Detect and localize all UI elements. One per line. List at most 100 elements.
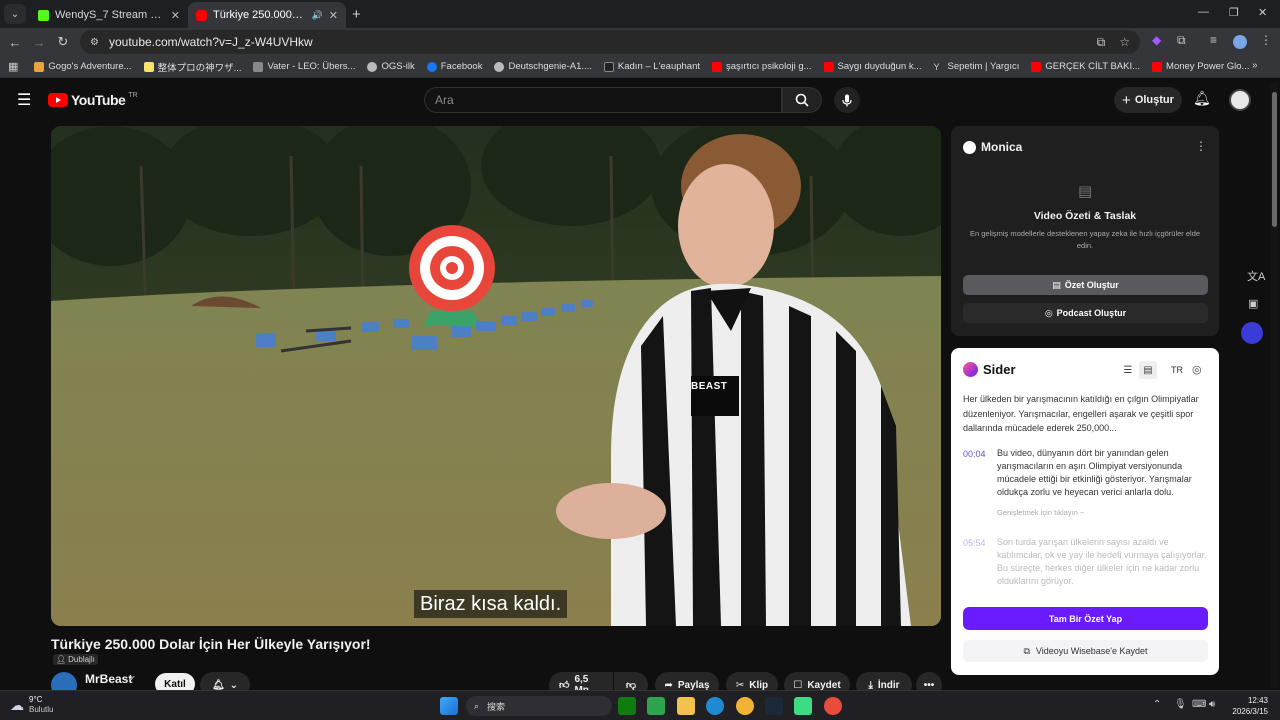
youtube-header: ☰ YouTube TR Ara + Oluştur 🔔︎ [0, 80, 1268, 120]
settings-icon[interactable]: ◎ [1192, 363, 1202, 376]
close-window-icon[interactable]: ✕ [1258, 6, 1267, 19]
extensions-icon[interactable]: ⧉ [1177, 33, 1186, 48]
video-player[interactable]: BEAST [51, 126, 941, 626]
bookmark-item[interactable]: OGS-ilk [361, 61, 420, 72]
search-button[interactable] [782, 87, 822, 113]
bookmark-item[interactable]: Y Sepetim | Yargıcı [928, 61, 1026, 72]
cast-icon[interactable]: ⧉ [1097, 35, 1106, 50]
steam-icon[interactable] [765, 697, 783, 715]
bookmark-star-icon[interactable]: ☆ [1119, 35, 1130, 49]
reload-icon[interactable]: ↻ [51, 34, 75, 50]
page-scrollbar-thumb[interactable] [1272, 92, 1277, 227]
taskbar-search[interactable]: ⌕ 搜索 [466, 696, 612, 716]
bookmark-item[interactable]: Kadın – L'eauphant [598, 61, 706, 72]
sider-header: Sider [963, 362, 1016, 377]
profile-avatar[interactable] [1233, 35, 1247, 49]
xbox-icon[interactable] [618, 697, 636, 715]
new-tab-button[interactable]: + [346, 6, 369, 28]
file-explorer-icon[interactable] [677, 697, 695, 715]
podcast-icon: ◎ [1044, 307, 1053, 318]
verified-icon: ✔ [129, 674, 136, 683]
close-tab-icon[interactable]: ✕ [171, 9, 180, 22]
monica-logo-icon [963, 140, 976, 154]
account-avatar[interactable] [1229, 89, 1251, 111]
channel-name[interactable]: MrBeast [85, 672, 132, 686]
voice-search-button[interactable] [834, 87, 860, 113]
youtube-play-logo-icon [48, 93, 68, 107]
edge-icon[interactable] [706, 697, 724, 715]
tab-search-button[interactable]: ⌄ [4, 4, 26, 24]
close-tab-icon[interactable]: ✕ [329, 9, 338, 22]
segment-text: Son turda yarışan ülkelerin sayısı azald… [997, 537, 1207, 586]
speaker-icon[interactable]: 🔊 [312, 10, 323, 21]
clip-label: Klip [749, 679, 769, 691]
bookmark-item[interactable]: Facebook [421, 61, 489, 72]
tab-wendy-stream[interactable]: WendyS_7 Stream - Watch Li ✕ [30, 2, 188, 28]
apps-icon[interactable]: ▣ [1248, 297, 1258, 310]
weather-widget[interactable]: ☁ 9°C Bulutlu [10, 695, 53, 715]
monica-extension-icon[interactable]: ◆ [1152, 33, 1161, 47]
apps-grid-icon[interactable]: ▦ [8, 60, 28, 73]
bookmark-item[interactable]: Gogo's Adventure... [28, 61, 137, 72]
tab-label: Türkiye 250.000 Dolar İçin [213, 9, 306, 21]
minimize-icon[interactable]: — [1198, 6, 1209, 18]
person-icon: 👤︎ [56, 655, 67, 664]
bookmark-item[interactable]: Saygı duyduğun k... [818, 61, 928, 72]
timestamp-link[interactable]: 05:54 [963, 538, 986, 548]
timestamp-link[interactable]: 00:04 [963, 449, 986, 459]
url-bar[interactable]: ⚙ youtube.com/watch?v=J_z-W4UVHkw ⧉ ☆ [80, 30, 1140, 54]
youtube-wordmark: YouTube [71, 92, 126, 108]
restore-icon[interactable]: ❐ [1229, 6, 1239, 19]
generate-summary-button[interactable]: ▤ Özet Oluştur [963, 275, 1208, 295]
create-button[interactable]: + Oluştur [1114, 87, 1182, 113]
site-info-icon[interactable]: ⚙ [90, 37, 99, 48]
save-to-wisebase-button[interactable]: ⧉ Videoyu Wisebase'e Kaydet [963, 640, 1208, 662]
reading-list-icon[interactable]: ≡ [1210, 33, 1217, 47]
hamburger-menu-icon[interactable]: ☰ [17, 90, 31, 110]
bookmark-label: OGS-ilk [381, 61, 415, 72]
bookmark-item[interactable]: Money Power Glo... [1146, 61, 1255, 72]
microphone-tray-icon[interactable]: 🎙︎ [1174, 699, 1187, 710]
browser-menu-icon[interactable]: ⋮ [1260, 33, 1272, 47]
generate-podcast-button[interactable]: ◎ Podcast Oluştur [963, 303, 1208, 323]
search-icon: ⌕ [474, 700, 480, 711]
list-view-icon[interactable]: ☰ [1119, 361, 1137, 379]
bookmark-favicon-icon [34, 61, 45, 72]
full-summary-button[interactable]: Tam Bir Özet Yap [963, 607, 1208, 630]
taskbar-app-icon[interactable] [794, 697, 812, 715]
language-selector[interactable]: TR [1171, 365, 1183, 375]
bookmark-label: Sepetim | Yargıcı [947, 61, 1020, 72]
youtube-logo[interactable]: YouTube TR [48, 92, 138, 108]
more-vertical-icon[interactable]: ⋮ [1195, 139, 1207, 153]
chrome-icon[interactable] [736, 697, 754, 715]
network-icon[interactable]: ⌨ [1192, 699, 1206, 710]
forward-icon[interactable]: → [27, 35, 51, 50]
bookmark-item[interactable]: GERÇEK CİLT BAKI... [1025, 61, 1146, 72]
bookmarks-overflow-icon[interactable]: » [1252, 60, 1258, 71]
sider-panel: Sider ☰ ▤ TR ◎ Her ülkeden bir yarışmacı… [951, 348, 1219, 675]
bookmark-item[interactable]: Deutschgenie-A1.... [488, 61, 597, 72]
notifications-bell-icon[interactable]: 🔔︎ [1193, 90, 1211, 107]
tray-overflow-icon[interactable]: ⌃ [1153, 699, 1161, 710]
taskbar-app-icon[interactable] [647, 697, 665, 715]
bookmark-item[interactable]: şaşırtıcı psikoloji g... [706, 61, 818, 72]
chrome-active-icon[interactable] [824, 697, 842, 715]
bookmark-label: şaşırtıcı psikoloji g... [726, 61, 812, 72]
card-view-icon[interactable]: ▤ [1139, 361, 1157, 379]
clock[interactable]: 12:43 2026/3/15 [1228, 695, 1268, 717]
tab-youtube-video[interactable]: Türkiye 250.000 Dolar İçin 🔊 ✕ [188, 2, 346, 28]
search-input[interactable]: Ara [424, 87, 782, 113]
bookmark-item[interactable]: 整体プロの神ワザ... [138, 60, 248, 74]
monica-float-button[interactable] [1241, 322, 1263, 344]
scissors-icon: ✂ [735, 679, 745, 691]
expand-link[interactable]: Genişletmek için tıklayın ~ [997, 508, 1084, 517]
windows-start-icon[interactable] [440, 697, 458, 715]
bookmark-label: Facebook [440, 61, 483, 72]
volume-icon[interactable]: 🔊︎ [1209, 699, 1215, 710]
bookmark-item[interactable]: Vater - LEO: Übers... [247, 61, 361, 72]
chevron-down-icon: ⌄ [229, 679, 239, 691]
back-icon[interactable]: ← [3, 35, 27, 50]
globe-icon [367, 61, 378, 72]
youtube-icon [1152, 61, 1163, 72]
translate-icon[interactable]: 文A [1247, 268, 1265, 284]
